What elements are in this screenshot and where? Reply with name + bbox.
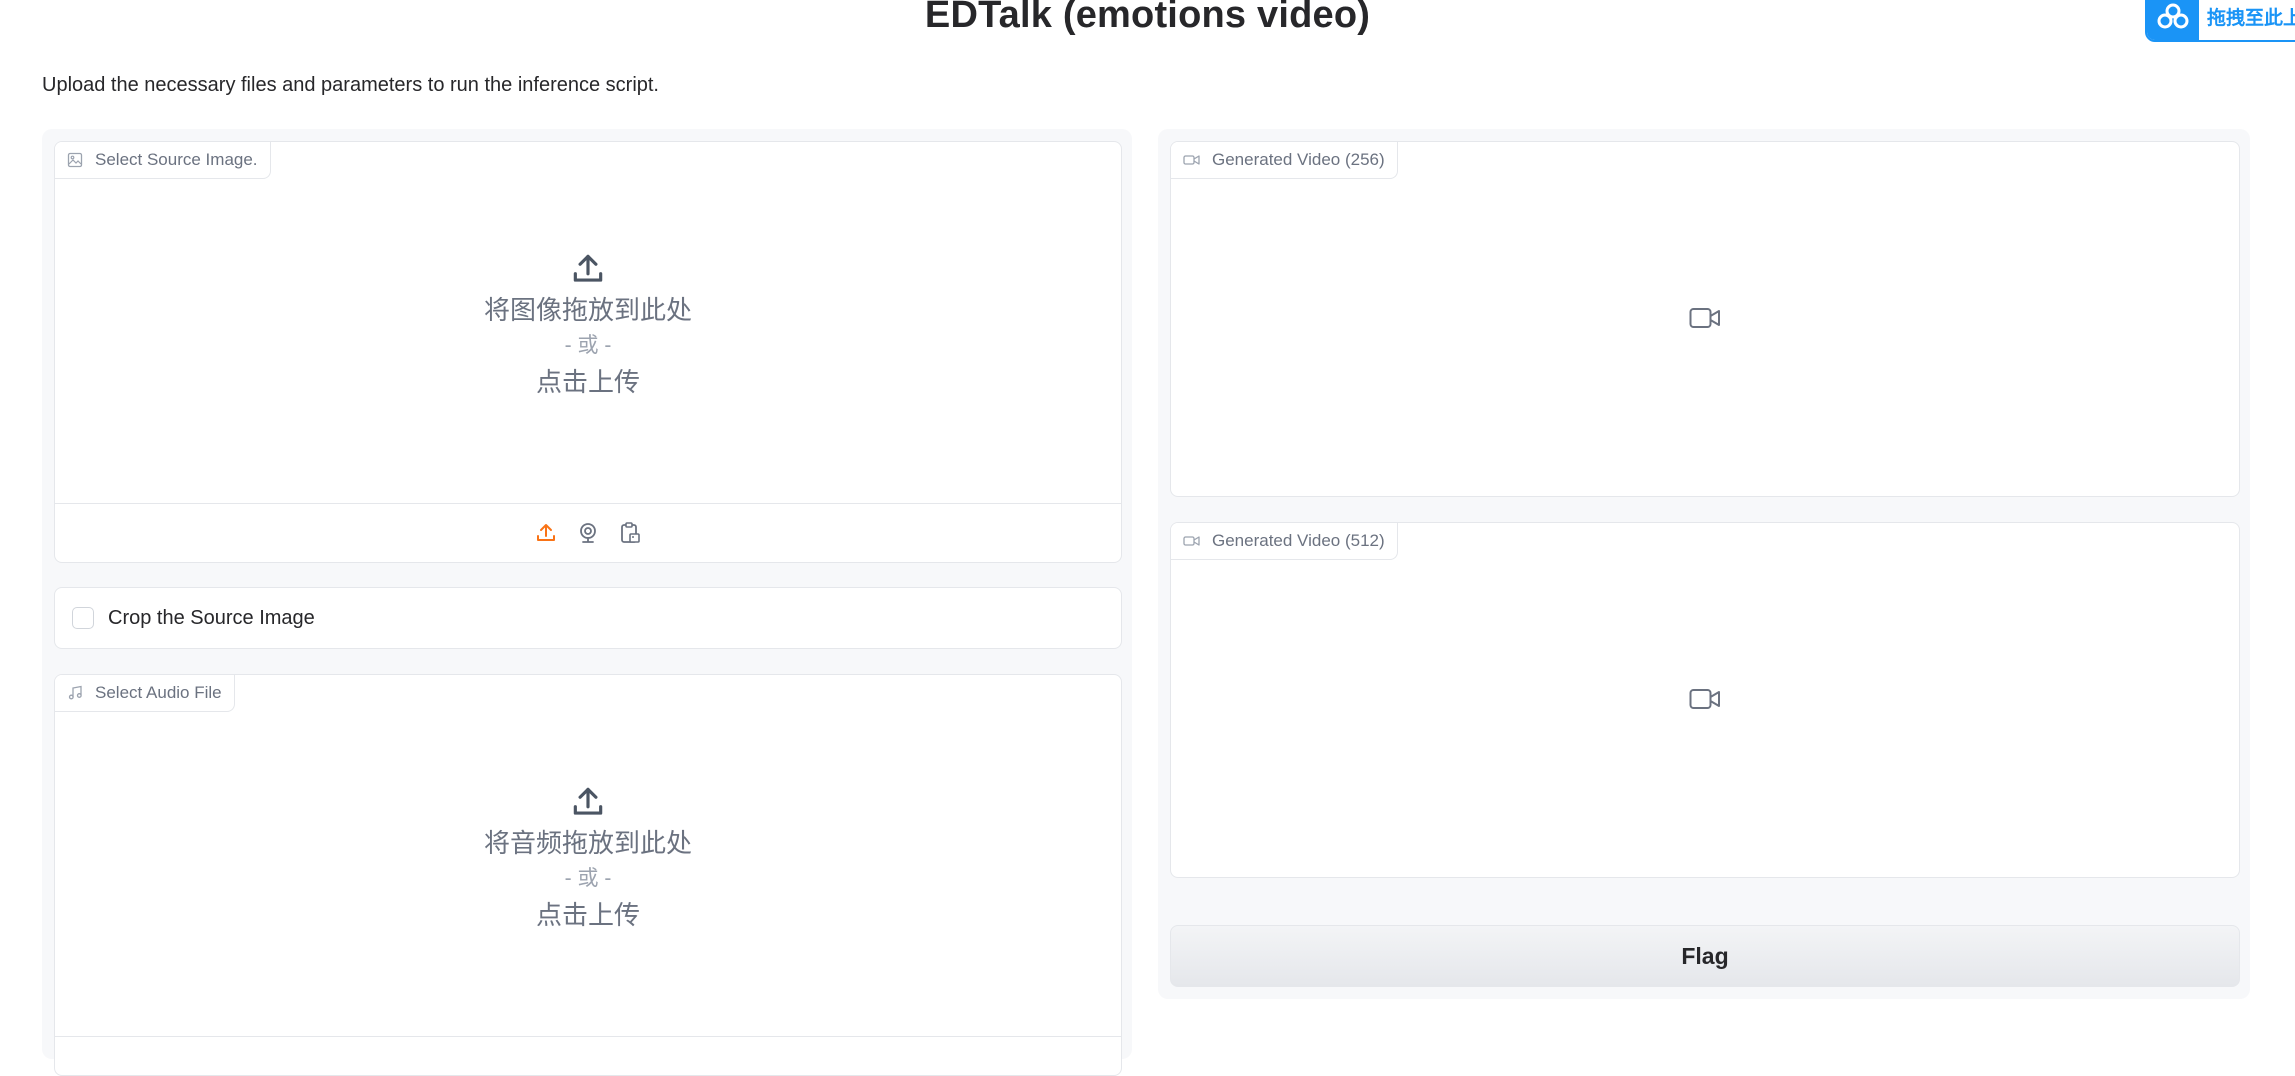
flag-button[interactable]: Flag <box>1170 925 2240 987</box>
or-text: - 或 - <box>564 867 612 890</box>
click-upload-text: 点击上传 <box>535 367 640 397</box>
video-camera-icon <box>1183 155 1200 165</box>
video-512-label: Generated Video (512) <box>1171 523 1398 560</box>
drop-text: 将图像拖放到此处 <box>483 295 692 325</box>
audio-file-upload[interactable]: Select Audio File 将音频拖放到此处 - 或 - 点击上传 <box>54 674 1122 1076</box>
baidu-drag-widget[interactable]: 拖拽至此上 <box>2145 0 2295 42</box>
video-camera-icon <box>1183 536 1200 546</box>
page-title: EDTalk (emotions video) <box>924 0 1371 36</box>
upload-icon <box>573 787 603 815</box>
audio-file-label: Select Audio File <box>55 675 235 712</box>
crop-checkbox[interactable] <box>72 607 94 629</box>
outputs-panel: Generated Video (256) Generated Video (5… <box>1158 129 2250 999</box>
image-icon <box>67 152 83 168</box>
video-256-label: Generated Video (256) <box>1171 142 1398 179</box>
webcam-icon <box>580 523 596 543</box>
upload-icon <box>573 254 603 282</box>
upload-source-button[interactable] <box>533 520 559 546</box>
audio-toolbar <box>55 1036 1121 1075</box>
click-upload-text: 点击上传 <box>535 900 640 930</box>
source-image-upload[interactable]: Select Source Image. 将图像拖放到此处 - 或 - 点击上传 <box>54 141 1122 563</box>
baidu-cloud-icon <box>2147 0 2199 40</box>
video-512-output: Generated Video (512) <box>1170 522 2240 878</box>
crop-option-block: Crop the Source Image <box>54 587 1122 649</box>
audio-file-dropzone[interactable]: 将音频拖放到此处 - 或 - 点击上传 <box>55 783 1121 933</box>
inputs-panel: Select Source Image. 将图像拖放到此处 - 或 - 点击上传… <box>42 129 1132 1076</box>
crop-label[interactable]: Crop the Source Image <box>108 607 315 630</box>
music-note-icon <box>68 685 82 700</box>
drop-text: 将音频拖放到此处 <box>483 828 692 858</box>
source-image-dropzone[interactable]: 将图像拖放到此处 - 或 - 点击上传 <box>55 250 1121 400</box>
clipboard-icon <box>621 522 640 543</box>
video-256-output: Generated Video (256) <box>1170 141 2240 497</box>
or-text: - 或 - <box>564 334 612 357</box>
clipboard-source-button[interactable] <box>617 520 643 546</box>
webcam-source-button[interactable] <box>575 520 601 546</box>
image-source-toolbar <box>55 503 1121 562</box>
video-placeholder-icon <box>1689 689 1720 709</box>
baidu-drag-label: 拖拽至此上 <box>2207 7 2295 29</box>
upload-icon <box>537 524 555 541</box>
video-placeholder-icon <box>1689 308 1720 328</box>
source-image-label: Select Source Image. <box>55 142 271 179</box>
page-description: Upload the necessary files and parameter… <box>42 74 659 96</box>
